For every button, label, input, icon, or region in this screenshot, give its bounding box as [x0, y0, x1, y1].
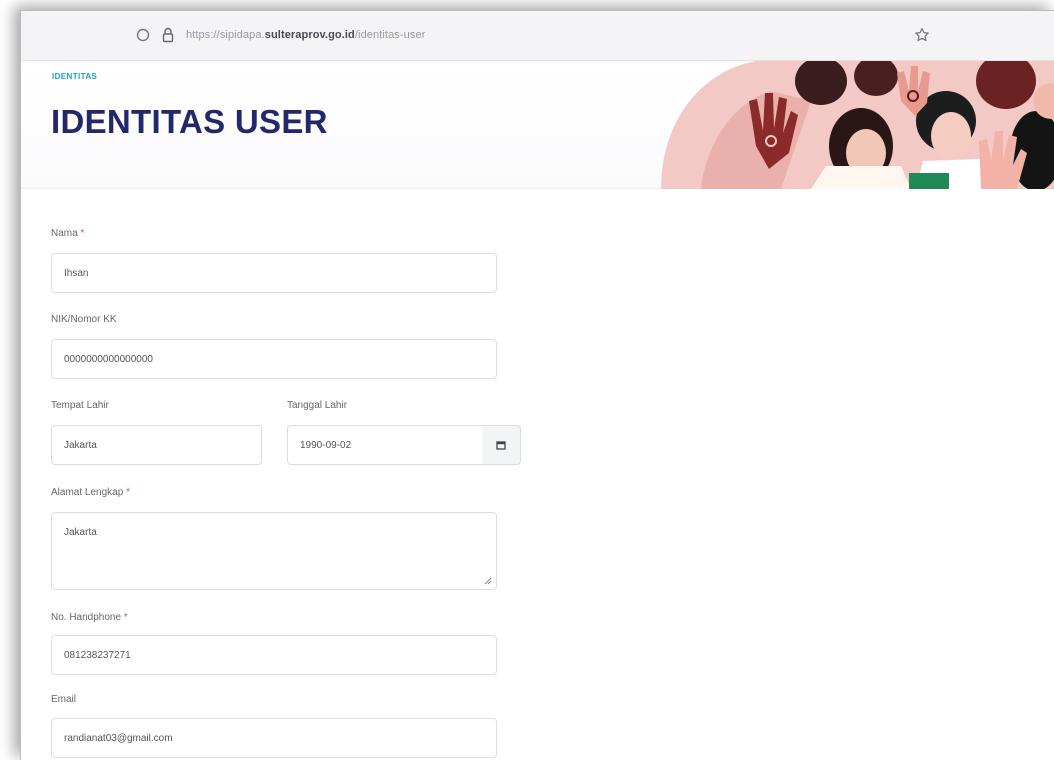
tempat-lahir-label: Tempat Lahir: [51, 400, 109, 411]
tempat-lahir-input[interactable]: Jakarta: [51, 425, 262, 465]
tanggal-lahir-value: 1990-09-02: [300, 439, 352, 451]
required-marker: *: [126, 487, 130, 498]
tanggal-lahir-input[interactable]: 1990-09-02: [287, 425, 483, 465]
nama-label: Nama *: [51, 228, 84, 239]
handphone-label: No. Handphone *: [51, 612, 128, 623]
page-header: IDENTITAS IDENTITAS USER: [21, 61, 1054, 189]
email-input[interactable]: randianat03@gmail.com: [51, 718, 497, 758]
handphone-input[interactable]: 081238237271: [51, 635, 497, 675]
alamat-label-text: Alamat Lengkap: [51, 487, 124, 498]
banner-illustration: [661, 61, 1054, 189]
url-path: /identitas-user: [354, 29, 426, 41]
nama-input[interactable]: Ihsan: [51, 253, 497, 293]
email-label: Email: [51, 694, 77, 705]
nik-label: NIK/Nomor KK: [51, 314, 117, 325]
url-host: sulteraprov.go.id: [264, 29, 355, 41]
url-text[interactable]: https://sipidapa.sulteraprov.go.id/ident…: [186, 29, 425, 41]
tempat-lahir-value: Jakarta: [64, 439, 97, 451]
resize-handle-icon[interactable]: [484, 577, 492, 585]
lock-icon[interactable]: [161, 27, 175, 43]
nama-value: Ihsan: [64, 267, 89, 279]
nama-label-text: Nama: [51, 228, 78, 239]
breadcrumb[interactable]: IDENTITAS: [52, 72, 97, 81]
calendar-button[interactable]: [482, 425, 521, 465]
email-value: randianat03@gmail.com: [64, 732, 173, 744]
address-bar[interactable]: https://sipidapa.sulteraprov.go.id/ident…: [21, 11, 1054, 61]
nik-input[interactable]: 0000000000000000: [51, 339, 497, 379]
required-marker: *: [80, 228, 85, 239]
calendar-icon: [496, 441, 506, 450]
alamat-textarea[interactable]: Jakarta: [51, 512, 497, 590]
alamat-label: Alamat Lengkap *: [51, 487, 130, 498]
handphone-label-text: No. Handphone: [51, 612, 122, 623]
shield-icon[interactable]: [136, 28, 150, 42]
handphone-value: 081238237271: [64, 649, 131, 661]
page-title: IDENTITAS USER: [51, 103, 328, 140]
nik-value: 0000000000000000: [64, 353, 153, 365]
browser-window: https://sipidapa.sulteraprov.go.id/ident…: [20, 10, 1054, 760]
alamat-value: Jakarta: [64, 527, 97, 538]
url-prefix: https://sipidapa.: [186, 29, 265, 41]
tanggal-lahir-label: Tanggal Lahir: [287, 400, 348, 411]
bookmark-star-icon[interactable]: [914, 27, 930, 43]
required-marker: *: [123, 612, 128, 623]
